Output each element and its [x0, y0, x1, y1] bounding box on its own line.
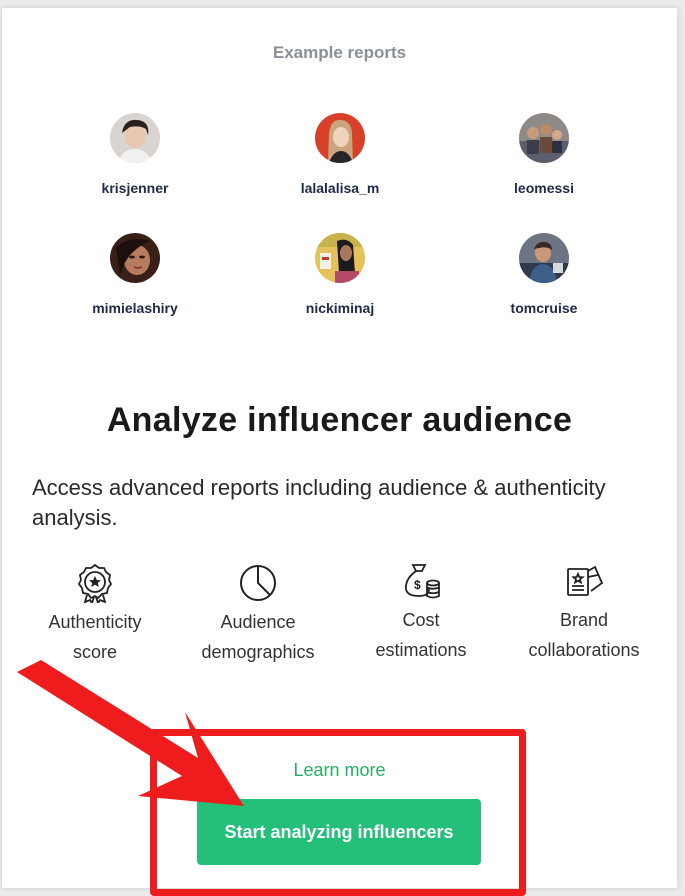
profile-username: tomcruise — [510, 300, 578, 316]
learn-more-link[interactable]: Learn more — [2, 760, 677, 781]
feature-demographics: Audience demographics — [183, 563, 333, 667]
description: Access advanced reports including audien… — [32, 475, 606, 530]
profile-username: nickiminaj — [305, 300, 375, 316]
avatar — [519, 113, 569, 163]
profile-username: krisjenner — [101, 180, 169, 196]
feature-brand: Brand collaborations — [509, 561, 659, 665]
pie-chart-icon — [238, 563, 278, 603]
profile-username: lalalalisa_m — [300, 180, 380, 196]
feature-label-line1: Audience — [220, 612, 296, 632]
feature-label-line2: collaborations — [528, 640, 640, 660]
badge-star-icon — [75, 563, 115, 606]
feature-label-line2: demographics — [201, 642, 315, 662]
feature-label-line1: Authenticity — [48, 612, 142, 632]
profile-tomcruise[interactable]: tomcruise — [464, 233, 624, 316]
certificate-cards-icon — [564, 561, 604, 601]
profile-lalalalisa_m[interactable]: lalalalisa_m — [260, 113, 420, 196]
avatar — [315, 233, 365, 283]
feature-label-line2: estimations — [375, 640, 467, 660]
feature-cost: $ Cost estimations — [346, 561, 496, 665]
profile-username: mimielashiry — [92, 300, 178, 316]
headline: Analyze influencer audience — [106, 401, 573, 439]
profile-mimielashiry[interactable]: mimielashiry — [55, 233, 215, 316]
avatar — [110, 113, 160, 163]
section-title: Example reports — [272, 43, 407, 62]
profile-nickiminaj[interactable]: nickiminaj — [260, 233, 420, 316]
svg-text:$: $ — [414, 578, 421, 592]
profile-krisjenner[interactable]: krisjenner — [55, 113, 215, 196]
money-bag-icon: $ — [401, 561, 441, 601]
feature-authenticity: Authenticity score — [20, 563, 170, 667]
start-analyzing-button[interactable]: Start analyzing influencers — [197, 799, 481, 865]
feature-label-line1: Brand — [559, 610, 609, 630]
avatar — [110, 233, 160, 283]
profile-leomessi[interactable]: leomessi — [464, 113, 624, 196]
example-reports-card: Example reports krisjenner lalalalisa_m … — [2, 8, 677, 888]
avatar — [315, 113, 365, 163]
feature-label-line2: score — [72, 642, 117, 662]
avatar — [519, 233, 569, 283]
feature-label-line1: Cost — [402, 610, 440, 630]
profile-username: leomessi — [514, 180, 574, 196]
